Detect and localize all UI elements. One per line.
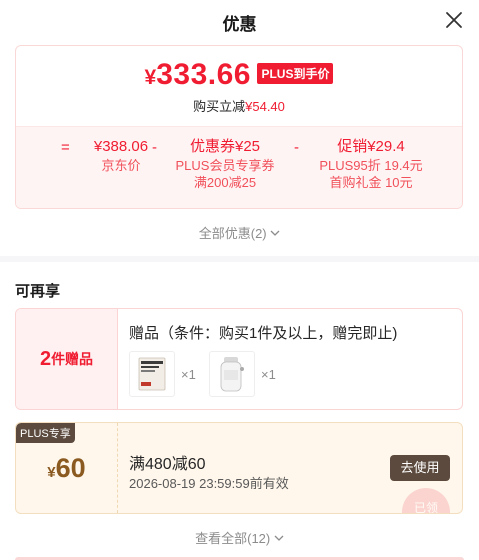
product-pouch-image[interactable] [129,351,175,397]
gift-condition: 赠品（条件：购买1件及以上，赠完即止) [129,325,398,342]
promo-column: 促销¥29.4 PLUS95折 19.4元 首购礼金 10元 [306,137,436,191]
coupon-label-line-2: 满200减25 [193,175,257,190]
coupon-amount-value: 60 [55,453,86,483]
coupon-rule: 满480减60 [129,456,206,473]
price-card: ¥333.66 PLUS到手价 购买立减¥54.40 = ¥388.06 京东价… [15,45,463,209]
saving-label: 购买立减 [193,99,246,114]
chevron-down-icon [274,535,284,541]
product-bottle-image[interactable] [209,351,255,397]
minus-operator: - [152,139,157,156]
discount-summary-panel: 优惠 ¥333.66 PLUS到手价 购买立减¥54.40 = ¥388.06 … [0,0,479,256]
plus-price-tag: PLUS到手价 [257,63,334,84]
gift-count-suffix: 件赠品 [51,351,94,367]
all-discounts-label: 全部优惠(2) [198,226,267,241]
gift-quantity: ×1 [261,367,276,382]
promo-label-line-1: PLUS95折 19.4元 [319,158,423,173]
saving-value: ¥54.40 [245,99,285,114]
chevron-down-icon [270,230,280,236]
coupon-column: 优惠券¥25 PLUS会员专享券 满200减25 [164,137,286,191]
currency-symbol: ¥ [144,66,157,89]
jd-price-label: 京东价 [101,158,141,173]
page-title: 优惠 [222,15,257,34]
gift-quantity: ×1 [181,367,196,382]
promo-label-line-2: 首购礼金 10元 [329,175,413,190]
view-all-label: 查看全部(12) [195,531,271,546]
final-price: ¥333.66 PLUS到手价 [16,58,462,92]
close-icon[interactable] [444,10,464,30]
equals-operator: = [61,139,70,156]
use-coupon-button[interactable]: 去使用 [390,455,450,481]
coupon-validity: 2026-08-19 23:59:59前有效 [129,476,289,491]
plus-exclusive-badge: PLUS专享 [16,423,75,443]
coupon-amount: ¥60 [16,453,117,484]
view-all-link[interactable]: 查看全部(12) [0,528,479,547]
claimed-stamp: 已领 [402,488,450,513]
instant-saving: 购买立减¥54.40 [16,96,462,115]
price-breakdown: = ¥388.06 京东价 - 优惠券¥25 PLUS会员专享券 满200减25… [16,126,462,208]
minus-operator: - [294,139,299,156]
more-offers-panel: 可再享 2 件赠品 赠品（条件：购买1件及以上，赠完即止) ×1 ×1 ¥60 … [0,262,479,560]
coupon-label-line-1: PLUS会员专享券 [175,158,275,173]
gift-count-number: 2 [39,347,52,370]
gift-count: 2 件赠品 [16,309,118,409]
all-discounts-link[interactable]: 全部优惠(2) [0,223,479,242]
gift-card[interactable]: 2 件赠品 赠品（条件：购买1件及以上，赠完即止) ×1 ×1 [15,308,463,410]
section-title: 可再享 [15,283,61,300]
coupon-currency: ¥ [47,464,56,481]
coupon-value: 优惠券¥25 [189,138,261,155]
promo-value: 促销¥29.4 [337,138,405,155]
final-price-value: 333.66 [156,58,251,91]
coupon-card[interactable]: ¥60 PLUS专享 满480减60 2026-08-19 23:59:59前有… [15,422,463,514]
